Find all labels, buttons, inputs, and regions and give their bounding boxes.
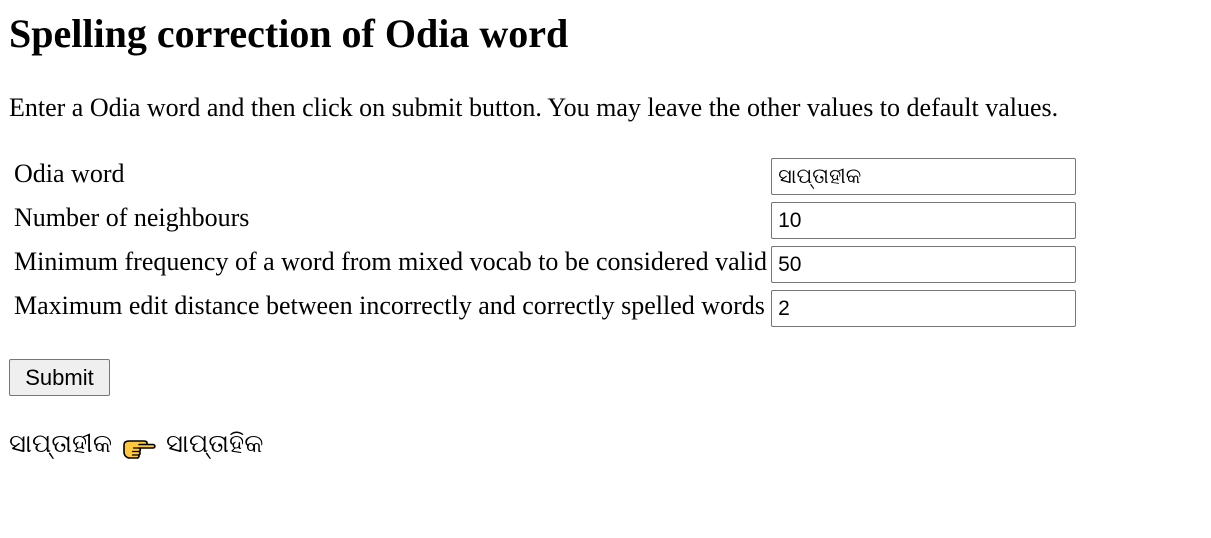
odia-word-label: Odia word	[14, 159, 125, 188]
min-frequency-label: Minimum frequency of a word from mixed v…	[14, 247, 768, 276]
form-row-max-edit-distance: Maximum edit distance between incorrectl…	[11, 287, 1077, 329]
neighbours-input[interactable]	[771, 201, 1077, 239]
correction-result: ସାପ୍ତାହୀକ ସାପ୍ତାହିକ	[9, 424, 263, 464]
input-word-text: ସାପ୍ତାହୀକ	[9, 429, 113, 459]
page-title: Spelling correction of Odia word	[9, 11, 569, 56]
form-row-min-frequency: Minimum frequency of a word from mixed v…	[11, 243, 1077, 285]
neighbours-label: Number of neighbours	[14, 203, 250, 232]
spelling-form: Odia word Number of neighbours Minimum f…	[9, 153, 1079, 331]
submit-button[interactable]: Submit	[9, 359, 110, 396]
max-edit-distance-label: Maximum edit distance between incorrectl…	[14, 291, 765, 320]
instructions-text: Enter a Odia word and then click on subm…	[9, 93, 1059, 122]
odia-word-input[interactable]	[771, 157, 1077, 195]
form-row-neighbours: Number of neighbours	[11, 199, 1077, 241]
form-row-odia-word: Odia word	[11, 155, 1077, 197]
corrected-word-text: ସାପ୍ତାହିକ	[166, 429, 264, 459]
backhand-index-pointing-right-icon	[122, 433, 156, 463]
max-edit-distance-input[interactable]	[771, 289, 1077, 327]
min-frequency-input[interactable]	[771, 245, 1077, 283]
